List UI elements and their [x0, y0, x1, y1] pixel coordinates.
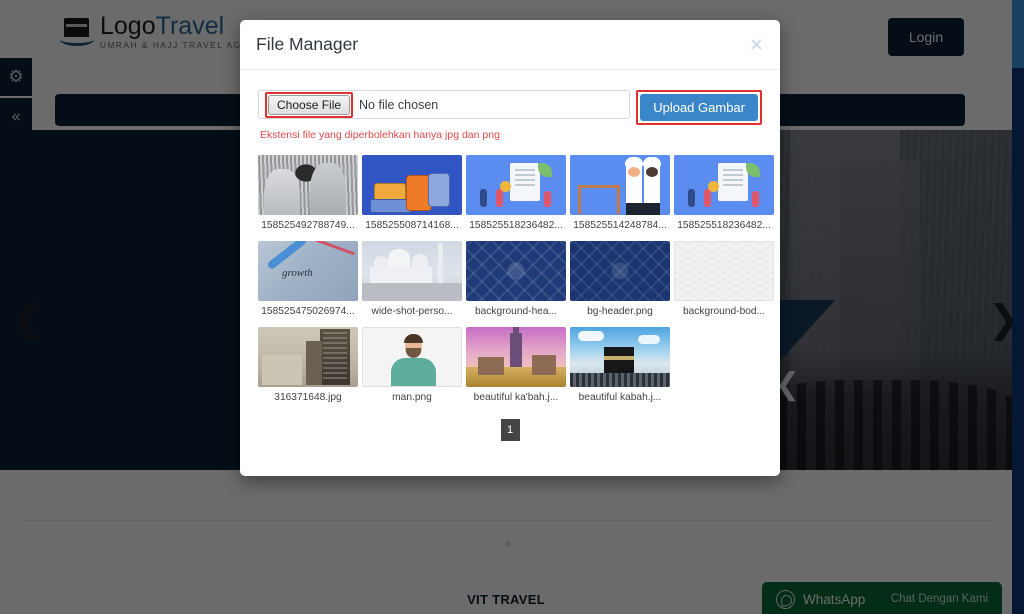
file-label: beautiful kabah.j...	[578, 392, 662, 403]
upload-gambar-button[interactable]: Upload Gambar	[640, 94, 758, 121]
file-item[interactable]: growth 158525475026974...	[258, 241, 358, 317]
thumbnail-art-part	[496, 189, 503, 207]
file-thumbnail[interactable]	[570, 155, 670, 215]
thumbnail-art-part	[626, 203, 660, 215]
file-label: man.png	[392, 392, 432, 403]
page-button-1[interactable]: 1	[500, 419, 520, 441]
thumbnail-art-part: growth	[282, 267, 313, 279]
file-item[interactable]: 158525518236482...	[466, 155, 566, 231]
file-item[interactable]: 158525492788749...	[258, 155, 358, 231]
file-label: background-bod...	[682, 306, 766, 317]
file-label: 316371648.jpg	[274, 392, 342, 403]
thumbnail-art-part	[406, 348, 421, 358]
upload-row: Choose File No file chosen Upload Gambar	[258, 90, 762, 125]
thumbnail-art-part	[746, 163, 760, 177]
file-label: 158525518236482...	[677, 220, 771, 231]
no-file-chosen-text: No file chosen	[359, 97, 439, 112]
thumbnail-art-part	[604, 347, 634, 375]
thumbnail-art-part	[688, 189, 695, 207]
file-item[interactable]: background-bod...	[674, 241, 774, 317]
file-thumbnail[interactable]	[570, 327, 670, 387]
thumbnail-art-part	[628, 167, 640, 177]
file-item[interactable]: bg-header.png	[570, 241, 670, 317]
modal-header: File Manager ×	[240, 20, 780, 70]
file-label: wide-shot-perso...	[371, 306, 453, 317]
file-thumbnail[interactable]	[362, 327, 462, 387]
thumbnail-art-part	[370, 267, 432, 283]
file-item[interactable]: wide-shot-perso...	[362, 241, 462, 317]
file-item[interactable]: beautiful kabah.j...	[570, 327, 670, 403]
file-item[interactable]: beautiful ka'bah.j...	[466, 327, 566, 403]
file-label: beautiful ka'bah.j...	[473, 392, 559, 403]
choose-file-button[interactable]: Choose File	[268, 94, 351, 115]
file-input-field[interactable]: Choose File No file chosen	[258, 90, 631, 119]
thumbnail-art-part	[480, 189, 487, 207]
thumbnail-art-part	[478, 357, 504, 375]
file-label: 158525492788749...	[261, 220, 355, 231]
file-item[interactable]: 158525518236482...	[674, 155, 774, 231]
thumbnail-art-part	[544, 191, 551, 207]
thumbnail-art-part	[638, 335, 660, 344]
thumbnail-art-part	[362, 283, 462, 301]
file-thumbnail[interactable]	[362, 241, 462, 301]
file-label: 158525475026974...	[261, 306, 355, 317]
file-label: 158525518236482...	[469, 220, 563, 231]
thumbnail-art-part	[404, 334, 423, 343]
thumbnail-art-part	[718, 163, 748, 201]
file-thumbnail[interactable]	[570, 241, 670, 301]
file-item[interactable]: man.png	[362, 327, 462, 403]
file-label: bg-header.png	[587, 306, 653, 317]
file-thumbnail[interactable]	[466, 241, 566, 301]
file-item[interactable]: 158525514248784...	[570, 155, 670, 231]
thumbnail-art-part	[752, 191, 759, 207]
thumbnail-art-part	[532, 355, 556, 375]
thumbnail-art-part	[704, 189, 711, 207]
file-manager-modal: File Manager × Choose File No file chose…	[240, 20, 780, 476]
thumbnail-art-part	[428, 173, 450, 207]
thumbnail-art-part	[510, 163, 540, 201]
thumbnail-art-part	[625, 157, 643, 167]
thumbnail-art-part	[320, 329, 350, 385]
choose-file-highlight: Choose File	[265, 91, 354, 118]
file-item[interactable]: 316371648.jpg	[258, 327, 358, 403]
thumbnail-art-part	[646, 167, 658, 177]
file-label: 158525514248784...	[573, 220, 667, 231]
thumbnail-art-part	[708, 181, 719, 192]
close-icon[interactable]: ×	[749, 35, 764, 54]
thumbnail-art-part	[388, 249, 410, 267]
upload-button-highlight: Upload Gambar	[636, 90, 762, 125]
file-item[interactable]: 158525508714168...	[362, 155, 462, 231]
file-thumbnail[interactable]	[674, 241, 774, 301]
file-label: 158525508714168...	[365, 220, 459, 231]
extension-note: Ekstensi file yang diperbolehkan hanya j…	[260, 129, 500, 141]
thumbnail-art-part	[643, 157, 661, 167]
thumbnail-art-part	[262, 355, 302, 385]
thumbnail-art-part	[578, 185, 620, 214]
thumbnail-art-part	[570, 373, 670, 387]
file-thumbnail[interactable]	[258, 155, 358, 215]
file-thumbnail[interactable]	[466, 155, 566, 215]
file-thumbnail[interactable]	[674, 155, 774, 215]
file-thumbnail[interactable]	[362, 155, 462, 215]
thumbnail-art-part	[374, 256, 388, 267]
thumbnail-art-part	[578, 331, 604, 341]
thumbnail-art-part	[306, 341, 322, 385]
modal-body: Choose File No file chosen Upload Gambar…	[240, 70, 780, 476]
file-thumbnail[interactable]: growth	[258, 241, 358, 301]
pagination: 1	[258, 419, 762, 441]
file-thumbnail[interactable]	[466, 327, 566, 387]
thumbnail-art-part	[500, 181, 511, 192]
file-item[interactable]: background-hea...	[466, 241, 566, 317]
thumbnail-art-part	[538, 163, 552, 177]
screen: LogoTravel UMRAH & HAJJ TRAVEL AGENT Log…	[0, 0, 1024, 614]
thumbnail-art-part	[438, 243, 443, 283]
file-label: background-hea...	[474, 306, 558, 317]
file-grid: 158525492788749... 158525508714168... 1585…	[258, 155, 774, 403]
file-thumbnail[interactable]	[258, 327, 358, 387]
modal-title: File Manager	[256, 34, 359, 54]
thumbnail-art-part	[391, 358, 436, 386]
thumbnail-art-part	[412, 254, 428, 267]
